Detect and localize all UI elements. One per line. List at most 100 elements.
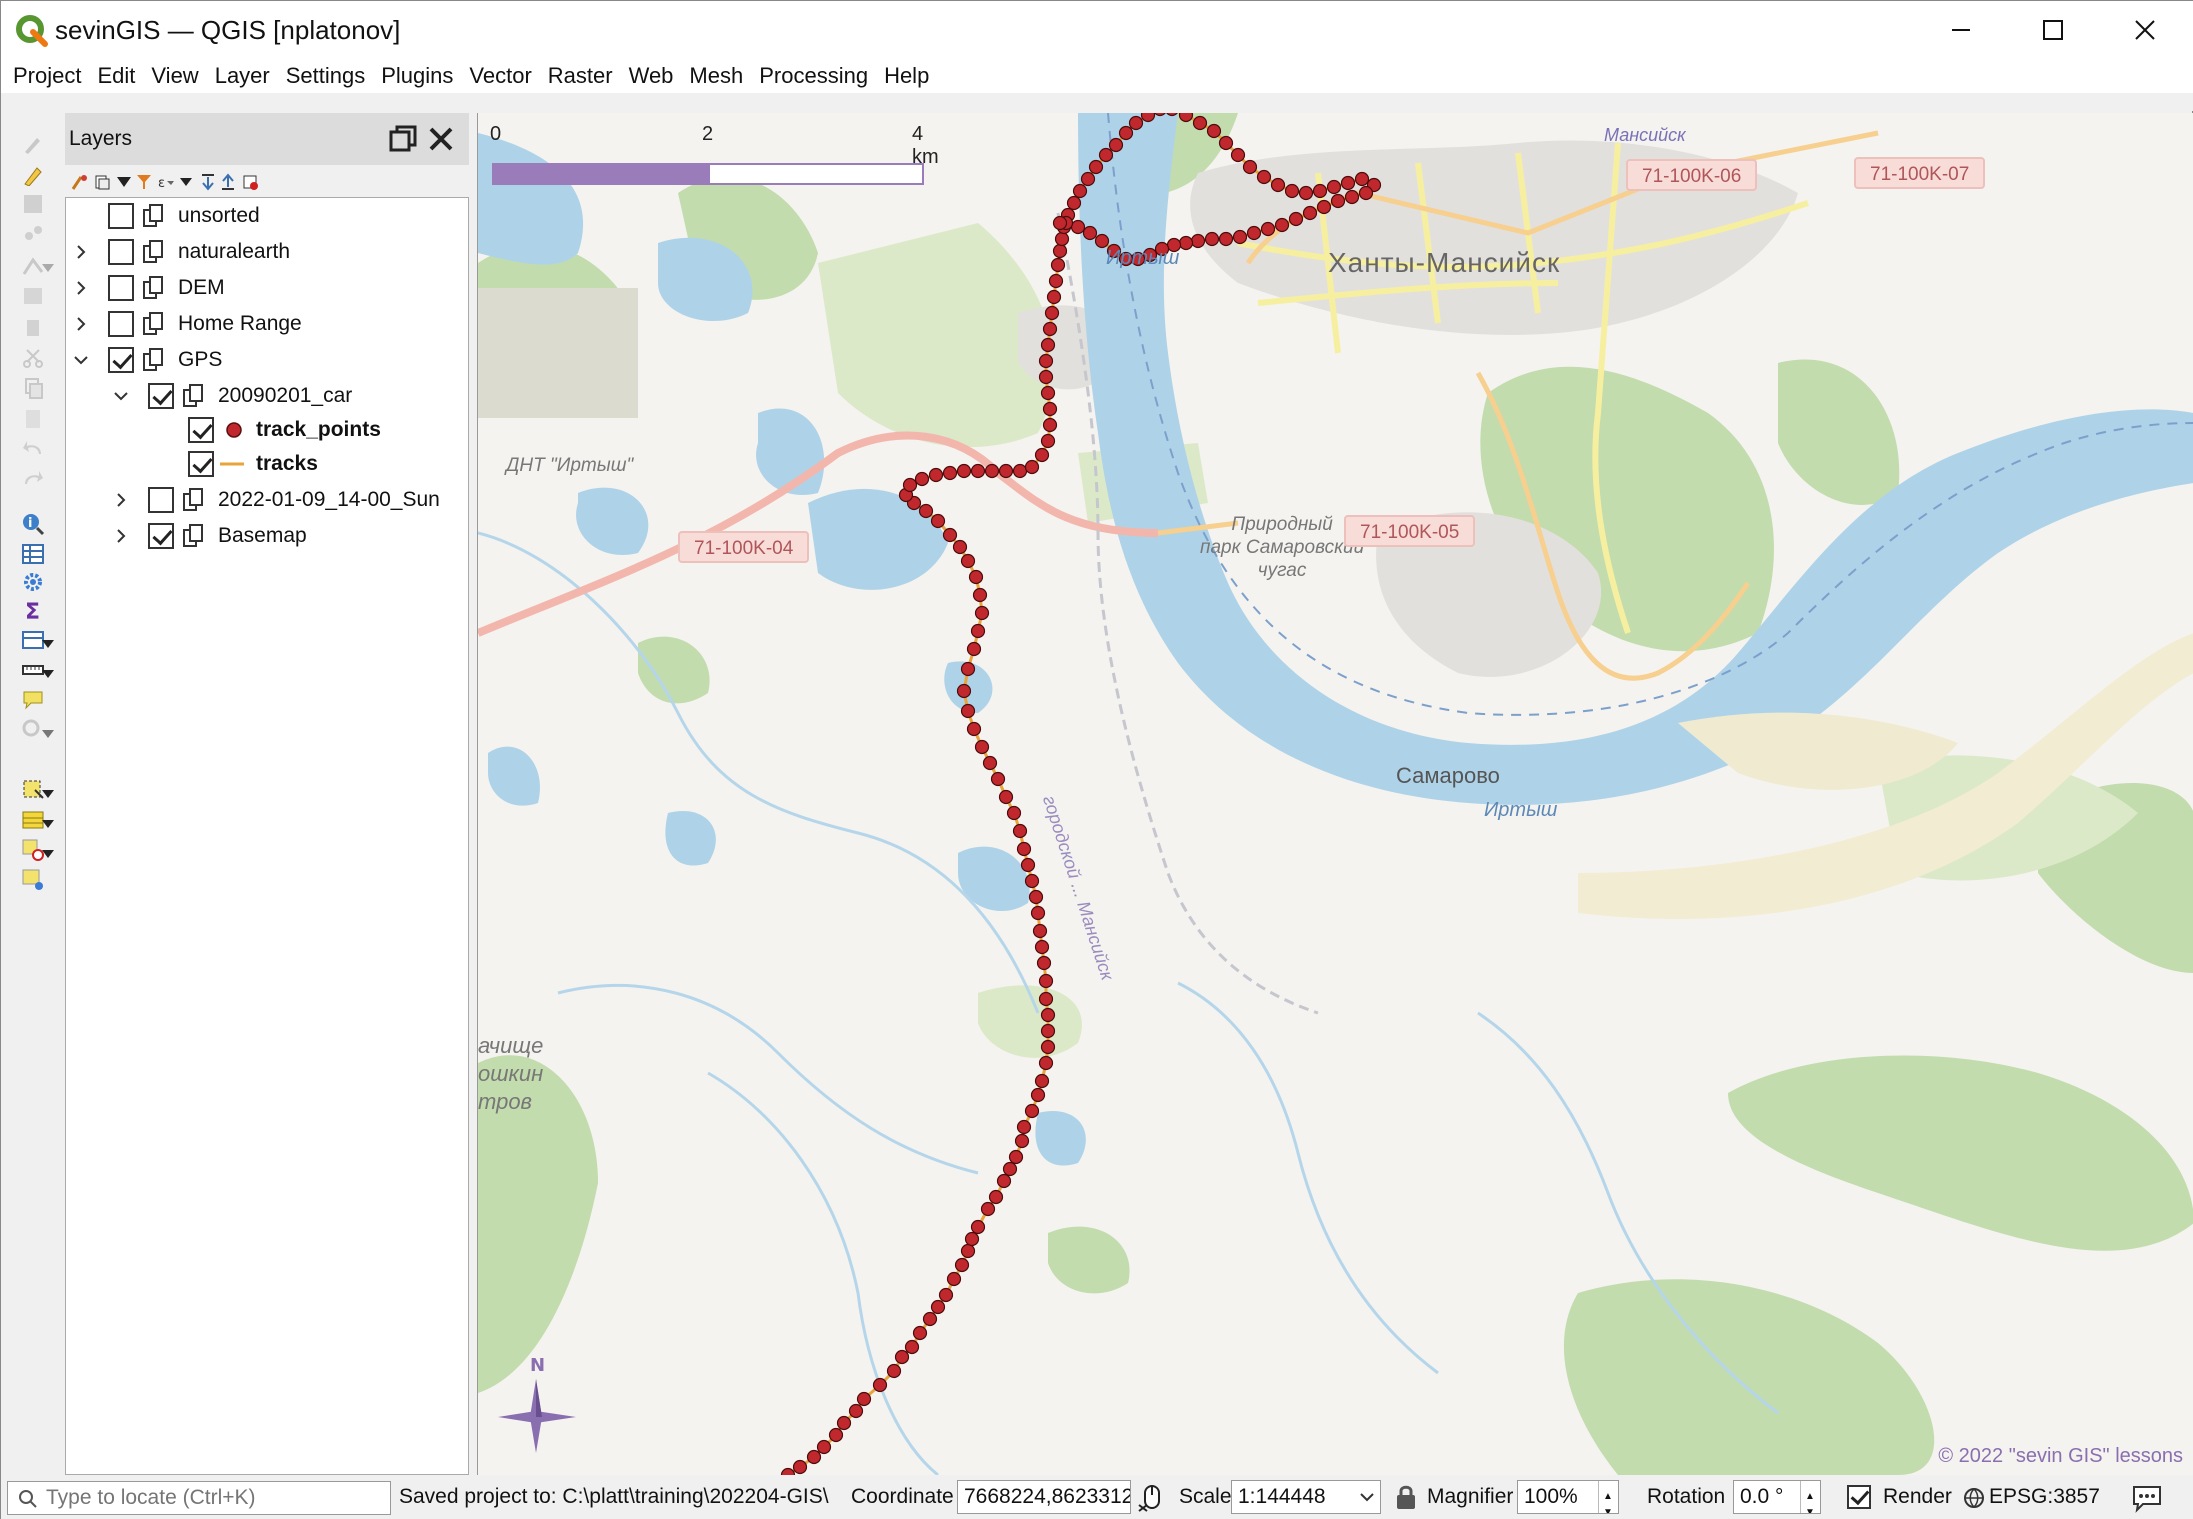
minimize-button[interactable]: [1915, 1, 2007, 59]
identify-features-button[interactable]: i: [19, 511, 47, 537]
dropdown-arrow-icon[interactable]: [41, 639, 55, 649]
crs-label[interactable]: EPSG:3857: [1989, 1485, 2100, 1509]
statistical-summary-button[interactable]: Σ: [19, 597, 47, 623]
layer-node-2022-01-09[interactable]: 2022-01-09_14-00_Sun: [66, 484, 466, 516]
close-panel-icon[interactable]: [425, 123, 457, 155]
menu-vector[interactable]: Vector: [461, 59, 539, 93]
magnifier-field[interactable]: 100%: [1517, 1480, 1619, 1514]
modify-attributes-button[interactable]: [19, 283, 47, 309]
track-point: [984, 463, 1000, 479]
menu-view[interactable]: View: [143, 59, 206, 93]
cut-features-button[interactable]: [19, 345, 47, 371]
menu-help[interactable]: Help: [876, 59, 937, 93]
render-checkbox[interactable]: [1847, 1485, 1871, 1509]
dropdown-arrow-icon[interactable]: [41, 669, 55, 679]
save-edits-button[interactable]: [19, 191, 47, 217]
layer-visibility-checkbox[interactable]: [108, 239, 134, 265]
rotation-spinner[interactable]: [1800, 1481, 1820, 1513]
add-group-icon[interactable]: [93, 173, 111, 191]
rotation-field[interactable]: 0.0 °: [1733, 1480, 1821, 1514]
track-point: [894, 1349, 910, 1365]
layer-visibility-checkbox[interactable]: [108, 311, 134, 337]
globe-icon[interactable]: [1963, 1487, 1985, 1509]
menu-settings[interactable]: Settings: [278, 59, 374, 93]
toggle-editing-button[interactable]: [19, 161, 47, 187]
paste-features-button[interactable]: [19, 405, 47, 431]
filter-by-expression-icon[interactable]: ε: [157, 173, 175, 191]
dropdown-arrow-icon[interactable]: [41, 789, 55, 799]
toggle-extents-mouse-icon[interactable]: [1137, 1483, 1167, 1513]
pencil-icon: [24, 167, 42, 186]
locator-bar[interactable]: [7, 1481, 391, 1515]
menu-layer[interactable]: Layer: [207, 59, 278, 93]
float-panel-icon[interactable]: [387, 123, 419, 155]
coordinate-field[interactable]: 7668224,8623312: [957, 1480, 1131, 1514]
chevron-right-icon[interactable]: [112, 527, 130, 545]
dropdown-arrow-icon[interactable]: [41, 263, 55, 273]
menu-mesh[interactable]: Mesh: [681, 59, 751, 93]
layer-visibility-checkbox[interactable]: [108, 275, 134, 301]
chevron-right-icon[interactable]: [72, 279, 90, 297]
text-annotation-button[interactable]: [19, 687, 47, 713]
select-by-location-button[interactable]: [19, 867, 47, 893]
layer-node-home-range[interactable]: Home Range: [66, 308, 466, 340]
layer-visibility-checkbox[interactable]: [148, 487, 174, 513]
layer-node-track-points[interactable]: track_points: [66, 414, 466, 446]
layer-node-unsorted[interactable]: unsorted: [66, 200, 466, 232]
layer-node-20090201-car[interactable]: 20090201_car: [66, 380, 466, 412]
scale-field[interactable]: 1:144448: [1231, 1480, 1381, 1514]
layer-node-gps[interactable]: GPS: [66, 344, 466, 376]
menu-plugins[interactable]: Plugins: [373, 59, 461, 93]
menu-processing[interactable]: Processing: [751, 59, 876, 93]
processing-toolbox-button[interactable]: [19, 569, 47, 595]
layer-node-tracks[interactable]: tracks: [66, 448, 466, 480]
chevron-down-icon[interactable]: [1360, 1491, 1374, 1503]
magnifier-spinner[interactable]: [1598, 1481, 1618, 1513]
chevron-down-icon[interactable]: [72, 351, 90, 369]
add-point-button[interactable]: [19, 221, 47, 247]
scissors-disabled-icon: [23, 349, 43, 368]
layer-visibility-checkbox[interactable]: [108, 347, 134, 373]
filter-legend-icon[interactable]: [135, 173, 153, 191]
copy-features-button[interactable]: [19, 375, 47, 401]
layer-visibility-checkbox[interactable]: [188, 451, 214, 477]
layer-node-dem[interactable]: DEM: [66, 272, 466, 304]
chevron-down-icon[interactable]: [112, 387, 130, 405]
layer-visibility-checkbox[interactable]: [148, 523, 174, 549]
locator-input[interactable]: [46, 1485, 386, 1511]
collapse-all-icon[interactable]: [219, 173, 237, 191]
chevron-right-icon[interactable]: [72, 315, 90, 333]
layer-node-naturalearth[interactable]: naturalearth: [66, 236, 466, 268]
layer-node-basemap[interactable]: Basemap: [66, 520, 466, 552]
redo-button[interactable]: [19, 465, 47, 491]
undo-button[interactable]: [19, 435, 47, 461]
open-attribute-table-button[interactable]: [19, 541, 47, 567]
delete-selected-button[interactable]: [19, 313, 47, 339]
edge-label: тров: [478, 1089, 533, 1114]
menu-web[interactable]: Web: [621, 59, 682, 93]
dropdown-arrow-icon[interactable]: [41, 819, 55, 829]
menu-raster[interactable]: Raster: [540, 59, 621, 93]
lock-icon[interactable]: [1393, 1483, 1419, 1511]
close-button[interactable]: [2099, 1, 2191, 59]
dropdown-arrow-icon[interactable]: [41, 729, 55, 739]
menu-project[interactable]: Project: [5, 59, 89, 93]
area-label: ДНТ "Иртыш": [506, 455, 634, 476]
dropdown-arrow-icon[interactable]: [177, 173, 195, 191]
menu-edit[interactable]: Edit: [89, 59, 143, 93]
current-edits-button[interactable]: [19, 131, 47, 157]
remove-layer-icon[interactable]: [241, 173, 259, 191]
maximize-button[interactable]: [2007, 1, 2099, 59]
dropdown-arrow-icon[interactable]: [41, 849, 55, 859]
track-point: [1046, 289, 1062, 305]
style-manager-icon[interactable]: [71, 173, 89, 191]
expand-all-icon[interactable]: [199, 173, 217, 191]
manage-visibility-icon[interactable]: [115, 173, 133, 191]
chevron-right-icon[interactable]: [112, 491, 130, 509]
layer-visibility-checkbox[interactable]: [108, 203, 134, 229]
messages-icon[interactable]: [2131, 1483, 2163, 1513]
map-canvas[interactable]: Ханты-Мансийск Самарово Иртыш Иртыш ДНТ …: [477, 113, 2193, 1475]
layer-visibility-checkbox[interactable]: [188, 417, 214, 443]
layer-visibility-checkbox[interactable]: [148, 383, 174, 409]
chevron-right-icon[interactable]: [72, 243, 90, 261]
